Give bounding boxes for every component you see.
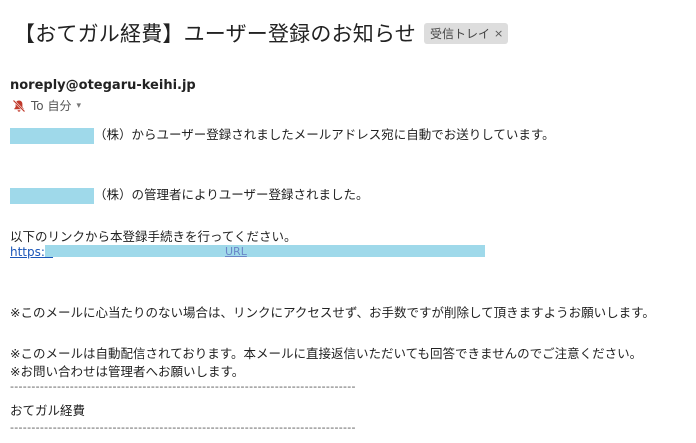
recipient-label: To 自分 <box>31 99 72 113</box>
redacted-company-name <box>10 127 94 144</box>
signature: おてガル経費 <box>10 403 86 418</box>
email-subject: 【おてガル経費】ユーザー登録のお知らせ <box>14 22 416 46</box>
recipient-details-toggle[interactable]: To 自分 ▾ <box>12 97 81 114</box>
notice-no-recollection: ※このメールに心当たりのない場合は、リンクにアクセスせず、お手数ですが削除して頂… <box>10 305 655 320</box>
redacted-company-name <box>10 187 94 204</box>
registration-link[interactable]: https:// URL <box>10 245 485 261</box>
chevron-down-icon: ▾ <box>76 100 81 111</box>
body-line-1: （株）からユーザー登録されましたメールアドレス宛に自動でお送りしています。 <box>10 124 555 144</box>
signature-divider-top: ----------------------------------------… <box>10 380 355 393</box>
signature-divider-bottom: ----------------------------------------… <box>10 421 355 434</box>
sender-address: noreply@otegaru-keihi.jp <box>10 78 196 93</box>
close-icon[interactable]: × <box>494 27 503 40</box>
notice-auto-delivery: ※このメールは自動配信されております。本メールに直接返信いただいても回答できませ… <box>10 346 643 361</box>
body-line-3: 以下のリンクから本登録手続きを行ってください。 <box>10 229 297 244</box>
redacted-link-url <box>45 245 485 257</box>
body-line-2: （株）の管理者によりユーザー登録されました。 <box>10 184 369 204</box>
body-line-1-text: （株）からユーザー登録されましたメールアドレス宛に自動でお送りしています。 <box>94 127 555 142</box>
inbox-label-chip[interactable]: 受信トレイ × <box>423 22 509 44</box>
body-line-2-text: （株）の管理者によりユーザー登録されました。 <box>94 187 369 202</box>
notice-contact-admin: ※お問い合わせは管理者へお願いします。 <box>10 364 245 379</box>
inbox-label-text: 受信トレイ <box>429 26 490 41</box>
registration-link-url-label[interactable]: URL <box>225 245 247 258</box>
notifications-off-icon <box>12 99 26 112</box>
subject-row: 【おてガル経費】ユーザー登録のお知らせ 受信トレイ × <box>14 18 509 48</box>
